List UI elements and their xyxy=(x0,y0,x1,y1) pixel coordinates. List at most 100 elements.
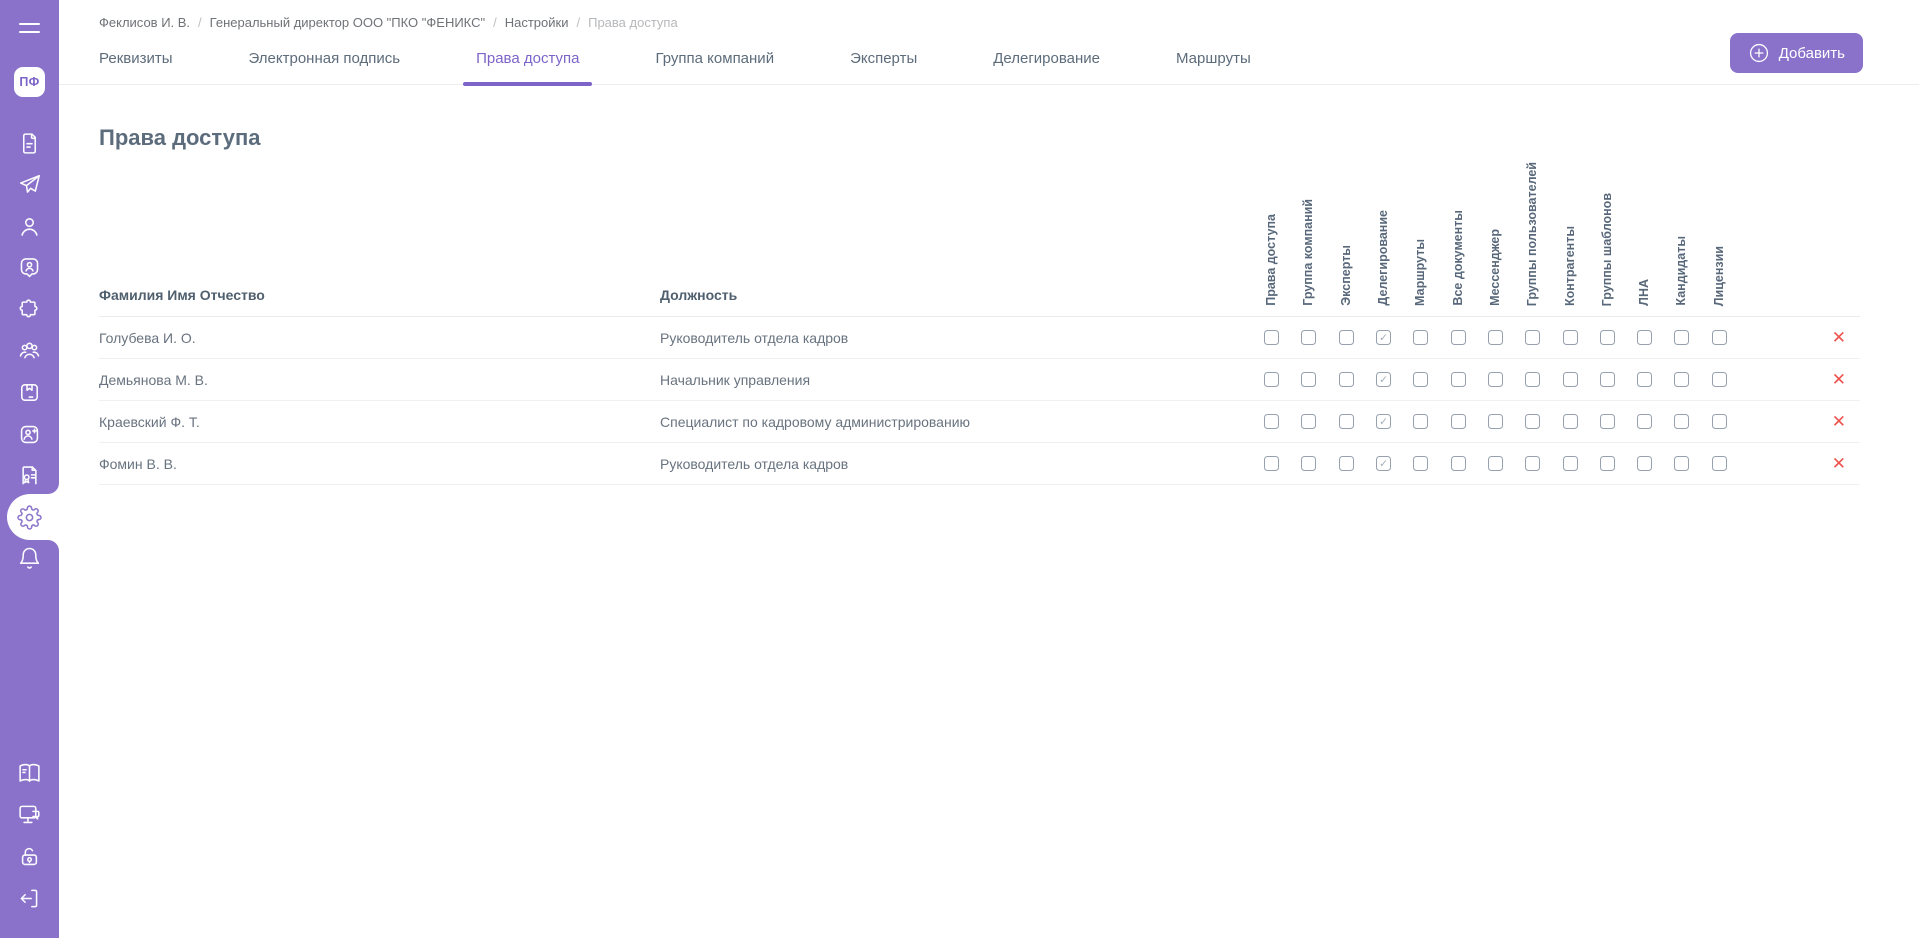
permission-cell: ✓ xyxy=(1514,330,1551,345)
menu-icon[interactable] xyxy=(0,16,59,40)
permission-checkbox-8[interactable]: ✓ xyxy=(1525,456,1540,471)
permission-cell: ✓ xyxy=(1365,330,1402,345)
archive-icon[interactable] xyxy=(0,380,59,406)
permission-checkbox-3[interactable]: ✓ xyxy=(1339,372,1354,387)
permission-checkbox-3[interactable]: ✓ xyxy=(1339,330,1354,345)
permission-checkbox-10[interactable]: ✓ xyxy=(1600,456,1615,471)
permission-checkbox-2[interactable]: ✓ xyxy=(1301,414,1316,429)
permission-checkbox-11[interactable]: ✓ xyxy=(1637,456,1652,471)
permission-checkbox-7[interactable]: ✓ xyxy=(1488,330,1503,345)
permission-checkbox-13[interactable]: ✓ xyxy=(1712,372,1727,387)
delete-row-icon[interactable]: ✕ xyxy=(1832,455,1846,472)
permission-checkbox-11[interactable]: ✓ xyxy=(1637,372,1652,387)
team-icon[interactable] xyxy=(0,338,59,364)
permission-checkbox-6[interactable]: ✓ xyxy=(1451,330,1466,345)
app-logo[interactable]: ПФ xyxy=(14,67,45,97)
permission-checkbox-5[interactable]: ✓ xyxy=(1413,330,1428,345)
tab-access-rights[interactable]: Права доступа xyxy=(463,41,592,84)
sidebar: ПФ xyxy=(0,0,59,938)
add-button[interactable]: Добавить xyxy=(1730,33,1863,73)
permission-checkbox-10[interactable]: ✓ xyxy=(1600,414,1615,429)
permission-column-label: Делегирование xyxy=(1376,210,1391,306)
permission-cell: ✓ xyxy=(1701,414,1738,429)
permission-checkbox-7[interactable]: ✓ xyxy=(1488,414,1503,429)
permission-column-label: Все документы xyxy=(1451,210,1466,306)
settings-icon[interactable] xyxy=(0,504,59,530)
breadcrumb-separator: / xyxy=(198,15,202,30)
permission-cell: ✓ xyxy=(1402,456,1439,471)
support-icon[interactable] xyxy=(0,802,59,828)
breadcrumb-separator: / xyxy=(576,15,580,30)
permission-checkbox-11[interactable]: ✓ xyxy=(1637,414,1652,429)
permission-cell: ✓ xyxy=(1402,330,1439,345)
permission-cell: ✓ xyxy=(1551,456,1588,471)
send-icon[interactable] xyxy=(0,172,59,198)
permission-checkbox-9[interactable]: ✓ xyxy=(1563,330,1578,345)
permission-checkbox-6[interactable]: ✓ xyxy=(1451,372,1466,387)
knowledge-base-icon[interactable] xyxy=(0,760,59,786)
add-user-icon[interactable] xyxy=(0,421,59,447)
permission-checkbox-3[interactable]: ✓ xyxy=(1339,456,1354,471)
permission-checkbox-5[interactable]: ✓ xyxy=(1413,414,1428,429)
permission-checkbox-1[interactable]: ✓ xyxy=(1264,330,1279,345)
permission-checkbox-4[interactable]: ✓ xyxy=(1376,330,1391,345)
permission-checkbox-12[interactable]: ✓ xyxy=(1674,456,1689,471)
permission-checkbox-4[interactable]: ✓ xyxy=(1376,456,1391,471)
permission-checkbox-8[interactable]: ✓ xyxy=(1525,372,1540,387)
permission-checkbox-5[interactable]: ✓ xyxy=(1413,372,1428,387)
permission-checkbox-4[interactable]: ✓ xyxy=(1376,414,1391,429)
tab-e-signature[interactable]: Электронная подпись xyxy=(236,41,414,84)
permission-checkbox-10[interactable]: ✓ xyxy=(1600,330,1615,345)
permission-checkbox-8[interactable]: ✓ xyxy=(1525,414,1540,429)
breadcrumb-item[interactable]: Настройки xyxy=(505,15,569,30)
tab-experts[interactable]: Эксперты xyxy=(837,41,930,84)
permission-checkbox-2[interactable]: ✓ xyxy=(1301,372,1316,387)
permission-checkbox-6[interactable]: ✓ xyxy=(1451,456,1466,471)
delete-row-icon[interactable]: ✕ xyxy=(1832,329,1846,346)
delete-row-icon[interactable]: ✕ xyxy=(1832,413,1846,430)
delete-row-icon[interactable]: ✕ xyxy=(1832,371,1846,388)
permission-checkbox-8[interactable]: ✓ xyxy=(1525,330,1540,345)
permission-checkbox-3[interactable]: ✓ xyxy=(1339,414,1354,429)
tab-routes[interactable]: Маршруты xyxy=(1163,41,1264,84)
tab-requisites[interactable]: Реквизиты xyxy=(86,41,186,84)
permission-checkbox-13[interactable]: ✓ xyxy=(1712,456,1727,471)
permission-checkbox-2[interactable]: ✓ xyxy=(1301,456,1316,471)
permission-checkbox-9[interactable]: ✓ xyxy=(1563,414,1578,429)
permission-column-label: ЛНА xyxy=(1637,279,1652,306)
permission-checkbox-11[interactable]: ✓ xyxy=(1637,330,1652,345)
permission-checkbox-5[interactable]: ✓ xyxy=(1413,456,1428,471)
contact-card-icon[interactable] xyxy=(0,255,59,281)
tabs: Реквизиты Электронная подпись Права доступ… xyxy=(59,41,1919,85)
permission-column-label: Мессенджер xyxy=(1488,229,1503,306)
permission-checkbox-12[interactable]: ✓ xyxy=(1674,414,1689,429)
permission-cell: ✓ xyxy=(1551,330,1588,345)
breadcrumb-item[interactable]: Генеральный директор ООО "ПКО "ФЕНИКС" xyxy=(210,15,485,30)
permission-checkbox-12[interactable]: ✓ xyxy=(1674,372,1689,387)
permission-checkbox-13[interactable]: ✓ xyxy=(1712,414,1727,429)
permission-checkbox-12[interactable]: ✓ xyxy=(1674,330,1689,345)
permission-checkbox-1[interactable]: ✓ xyxy=(1264,456,1279,471)
permission-checkbox-1[interactable]: ✓ xyxy=(1264,372,1279,387)
security-icon[interactable] xyxy=(0,843,59,869)
breadcrumb-item[interactable]: Феклисов И. В. xyxy=(99,15,190,30)
employee-position: Начальник управления xyxy=(660,372,1253,388)
integrations-icon[interactable] xyxy=(0,296,59,322)
permission-checkbox-7[interactable]: ✓ xyxy=(1488,372,1503,387)
permission-checkbox-9[interactable]: ✓ xyxy=(1563,456,1578,471)
permission-checkbox-10[interactable]: ✓ xyxy=(1600,372,1615,387)
permission-checkbox-7[interactable]: ✓ xyxy=(1488,456,1503,471)
permission-checkbox-13[interactable]: ✓ xyxy=(1712,330,1727,345)
permission-checkbox-2[interactable]: ✓ xyxy=(1301,330,1316,345)
permission-checkbox-6[interactable]: ✓ xyxy=(1451,414,1466,429)
permission-checkbox-1[interactable]: ✓ xyxy=(1264,414,1279,429)
profile-icon[interactable] xyxy=(0,213,59,239)
breadcrumb-separator: / xyxy=(493,15,497,30)
column-header-permission: Делегирование xyxy=(1365,210,1402,316)
permission-checkbox-4[interactable]: ✓ xyxy=(1376,372,1391,387)
permission-checkbox-9[interactable]: ✓ xyxy=(1563,372,1578,387)
tab-delegation[interactable]: Делегирование xyxy=(980,41,1113,84)
documents-icon[interactable] xyxy=(0,130,59,156)
tab-company-group[interactable]: Группа компаний xyxy=(642,41,787,84)
logout-icon[interactable] xyxy=(0,885,59,911)
